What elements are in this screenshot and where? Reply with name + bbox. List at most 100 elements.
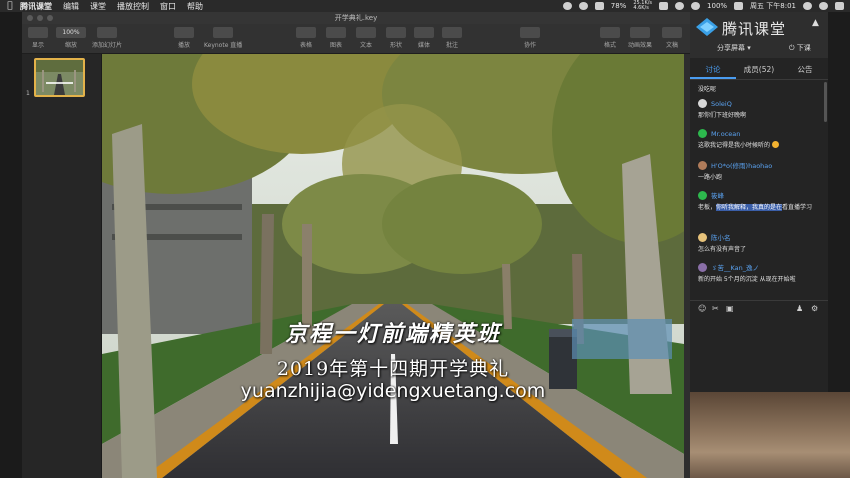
media-icon (414, 27, 434, 38)
clock[interactable]: 周五 下午8:01 (750, 1, 796, 11)
chat-username[interactable]: 陈小名 (711, 232, 731, 242)
bell-icon[interactable] (562, 2, 572, 10)
keynote-window: 开学典礼.key 显示 100% 缩放 添加幻灯片 播放 Keynote 直播 表… (22, 12, 690, 478)
siri-icon[interactable] (819, 2, 828, 10)
menu-help[interactable]: 帮助 (187, 1, 203, 12)
tree-avenue-photo (102, 54, 684, 478)
play-button[interactable]: 播放 (174, 27, 194, 49)
end-class-button[interactable]: ⏻ 下课 (789, 43, 811, 53)
chat-scrollbar[interactable] (824, 82, 827, 122)
document-title: 开学典礼.key (334, 14, 378, 22)
desktop-edge (828, 12, 850, 392)
slide-subtitle: 2019年第十四期开学典礼 (276, 358, 510, 380)
members-icon[interactable]: ♟ (796, 304, 803, 313)
menu-playback[interactable]: 播放控制 (117, 1, 149, 12)
slide-email: yuanzhijia@yidengxuetang.com (240, 380, 546, 402)
brand-name: 腾讯课堂 (722, 20, 787, 38)
avatar[interactable] (698, 262, 707, 272)
chat-list[interactable]: 没吃呢 SoleiQ 那你们下班好晚啊 Mr.ocean 这歌我记得是我小时候听… (690, 82, 828, 302)
chat-username[interactable]: ゞ苦__Kan_逸ノ (711, 262, 759, 272)
battery-percent: 78% (610, 2, 627, 10)
animate-button[interactable]: 动画效果 (628, 27, 652, 49)
collaborate-button[interactable]: 协作 (520, 27, 540, 49)
text-button[interactable]: 文本 (356, 27, 376, 49)
slide[interactable]: 京程一灯前端精英班 2019年第十四期开学典礼 yuanzhijia@yiden… (102, 54, 684, 478)
avatar[interactable] (698, 160, 707, 170)
chat-text: 老板，你听我解释，我真的是在看直播学习 (698, 204, 813, 211)
play-icon (174, 27, 194, 38)
power-icon: ⏻ (789, 44, 795, 52)
avatar[interactable] (698, 190, 707, 200)
chat-message: 筱峰 老板，你听我解释，我真的是在看直播学习 (698, 190, 824, 212)
minimize-window-button[interactable] (37, 15, 43, 21)
media-button[interactable]: 媒体 (414, 27, 434, 49)
thumbnail-image (36, 60, 83, 95)
chat-message: 陈小名 怎么有没有声音了 (698, 232, 824, 254)
chat-text: 新的开始 5个月的沉淀 从现在开始啦 (698, 276, 796, 283)
comment-icon (442, 27, 462, 38)
view-button[interactable]: 显示 (28, 27, 48, 49)
live-icon (213, 27, 234, 38)
chart-button[interactable]: 图表 (326, 27, 346, 49)
add-slide-button[interactable]: 添加幻灯片 (92, 27, 122, 49)
display-icon[interactable] (659, 2, 669, 10)
slide-canvas: 京程一灯前端精英班 2019年第十四期开学典礼 yuanzhijia@yiden… (102, 54, 684, 478)
slide-thumbnail[interactable] (34, 58, 85, 97)
text-icon (356, 27, 376, 38)
menu-class[interactable]: 课堂 (90, 1, 106, 12)
status-area: 78% 25.1K/s 4.6K/s 100% 周五 下午8:01 (562, 0, 844, 12)
comment-button[interactable]: 批注 (442, 27, 462, 49)
slide-navigator: 1 (22, 54, 102, 478)
view-icon (28, 27, 48, 38)
chat-username[interactable]: 筱峰 (711, 190, 724, 200)
pin-icon[interactable]: ▲ (812, 18, 819, 28)
zoom-control[interactable]: 100% 缩放 (56, 27, 86, 49)
chat-username[interactable]: SoleiQ (711, 100, 732, 108)
chat-username[interactable]: Mr.ocean (711, 130, 740, 138)
collaborate-icon (520, 27, 540, 38)
tab-announcement[interactable]: 公告 (782, 62, 828, 79)
webcam-video[interactable] (690, 392, 850, 478)
slide-number: 1 (26, 90, 30, 97)
chat-toolbar: ☺ ✂ ▣ ♟ ⚙ (690, 300, 828, 316)
settings-icon[interactable]: ⚙ (811, 304, 818, 313)
tab-members[interactable]: 成员(52) (736, 62, 782, 79)
menu-edit[interactable]: 编辑 (63, 1, 79, 12)
avatar[interactable] (698, 232, 707, 242)
shape-button[interactable]: 形状 (386, 27, 406, 49)
menu-app-name[interactable]: 腾讯课堂 (20, 1, 52, 12)
chevron-down-icon: ▾ (747, 44, 751, 52)
zoom-window-button[interactable] (47, 15, 53, 21)
chat-text: 这歌我记得是我小时候听的 (698, 141, 824, 150)
tencent-class-panel: 腾讯课堂 ▲ 分享屏幕 ▾ ⏻ 下课 讨论 成员(52) 公告 没吃呢 Sole… (690, 12, 828, 392)
keynote-live-button[interactable]: Keynote 直播 (204, 27, 242, 49)
slide-title: 京程一灯前端精英班 (284, 321, 501, 347)
wifi-icon[interactable] (691, 2, 701, 10)
wechat-icon[interactable] (675, 2, 685, 10)
chat-message: Mr.ocean 这歌我记得是我小时候听的 (698, 129, 824, 150)
table-button[interactable]: 表格 (296, 27, 316, 49)
battery-icon[interactable] (594, 2, 604, 10)
battery2-icon[interactable] (734, 2, 744, 10)
scissors-icon[interactable]: ✂ (712, 304, 719, 313)
list-icon[interactable] (835, 2, 844, 10)
emoji-icon[interactable]: ☺ (698, 304, 706, 313)
tab-discussion[interactable]: 讨论 (690, 62, 736, 79)
search-icon[interactable] (803, 2, 812, 10)
chat-text: 没吃呢 (698, 86, 717, 93)
share-screen-button[interactable]: 分享屏幕 ▾ (717, 43, 751, 53)
format-button[interactable]: 格式 (600, 27, 620, 49)
close-window-button[interactable] (27, 15, 33, 21)
chat-username[interactable]: H'O*o(修雨)haohao (711, 160, 772, 170)
image-icon[interactable]: ▣ (726, 304, 734, 313)
avatar[interactable] (698, 129, 707, 138)
avatar[interactable] (698, 99, 707, 108)
apple-menu-icon[interactable]:  (0, 1, 20, 11)
chart-icon (326, 27, 346, 38)
chat-message: ゞ苦__Kan_逸ノ 新的开始 5个月的沉淀 从现在开始啦 (698, 262, 824, 284)
document-button[interactable]: 文稿 (662, 27, 682, 49)
sync-icon[interactable] (578, 2, 588, 10)
zoom-value: 100% (56, 27, 86, 38)
network-speed: 25.1K/s 4.6K/s (633, 1, 652, 11)
menu-window[interactable]: 窗口 (160, 1, 176, 12)
